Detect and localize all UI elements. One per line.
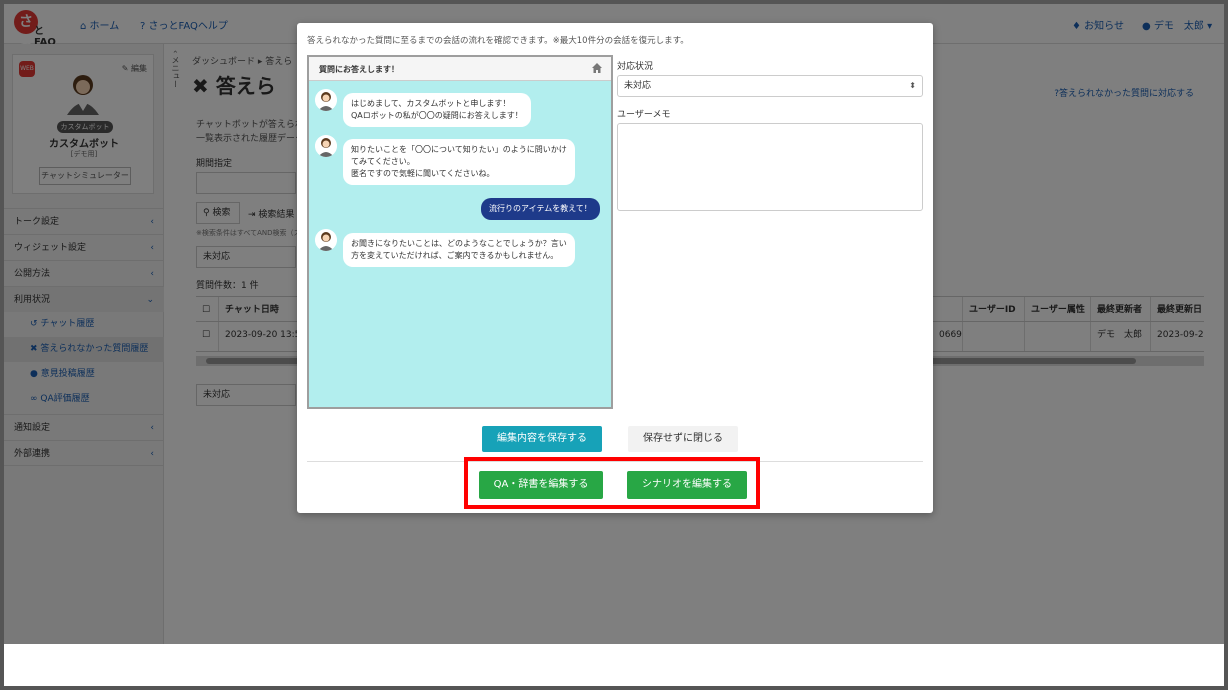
message-line: 匿名ですので気軽に聞いてくださいね。: [351, 169, 495, 178]
message-line: QAロボットの私が〇〇の疑問にお答えします！: [351, 111, 523, 120]
app-window: さっ とFAQ ⌂ ホーム ? さっとFAQヘルプ ♦ お知らせ ● デモ 太郎…: [4, 4, 1224, 644]
screenshot-frame: さっ とFAQ ⌂ ホーム ? さっとFAQヘルプ ♦ お知らせ ● デモ 太郎…: [0, 0, 1228, 690]
status-label: 対応状況: [617, 62, 654, 72]
chat-message-bot: お聞きになりたいことは、どのようなことでしょうか？言い 方を変えていただければ、ご…: [343, 233, 575, 267]
chat-preview: 質問にお答えします！ はじめまして、カスタムボットと申します！ QAロボットの私が…: [307, 55, 613, 409]
modal-note: 答えられなかった質問に至るまでの会話の流れを確認できます。※最大10件分の会話を…: [307, 36, 689, 46]
conversation-modal: 答えられなかった質問に至るまでの会話の流れを確認できます。※最大10件分の会話を…: [297, 23, 933, 513]
user-memo-textarea[interactable]: [617, 123, 923, 211]
save-button[interactable]: 編集内容を保存する: [482, 426, 602, 452]
message-line: 知りたいことを「〇〇について知りたい」のように問いかけ: [351, 145, 567, 154]
message-line: はじめまして、カスタムボットと申します！: [351, 99, 511, 108]
select-arrows-icon: ⬍: [909, 81, 916, 90]
message-line: お聞きになりたいことは、どのようなことでしょうか？言い: [351, 239, 567, 248]
bot-avatar-icon: [315, 89, 337, 111]
home-icon[interactable]: [591, 62, 603, 74]
status-select[interactable]: 未対応 ⬍: [617, 75, 923, 97]
close-without-saving-button[interactable]: 保存せずに閉じる: [628, 426, 738, 452]
bot-avatar-icon: [315, 135, 337, 157]
message-line: 方を変えていただければ、ご案内できるかもしれません。: [351, 251, 559, 260]
message-line: てみてください。: [351, 157, 415, 166]
highlight-box: [464, 457, 760, 509]
chat-title: 質問にお答えします！: [319, 65, 399, 74]
status-select-value: 未対応: [624, 81, 652, 91]
bot-avatar-icon: [315, 229, 337, 251]
chat-message-bot: 知りたいことを「〇〇について知りたい」のように問いかけ てみてください。匿名ですの…: [343, 139, 575, 185]
chat-message-user: 流行りのアイテムを教えて！: [481, 198, 600, 220]
message-line: 流行りのアイテムを教えて！: [489, 204, 592, 213]
chat-header: 質問にお答えします！: [309, 57, 611, 81]
chat-message-bot: はじめまして、カスタムボットと申します！ QAロボットの私が〇〇の疑問にお答えしま…: [343, 93, 531, 127]
memo-label: ユーザーメモ: [617, 110, 671, 120]
